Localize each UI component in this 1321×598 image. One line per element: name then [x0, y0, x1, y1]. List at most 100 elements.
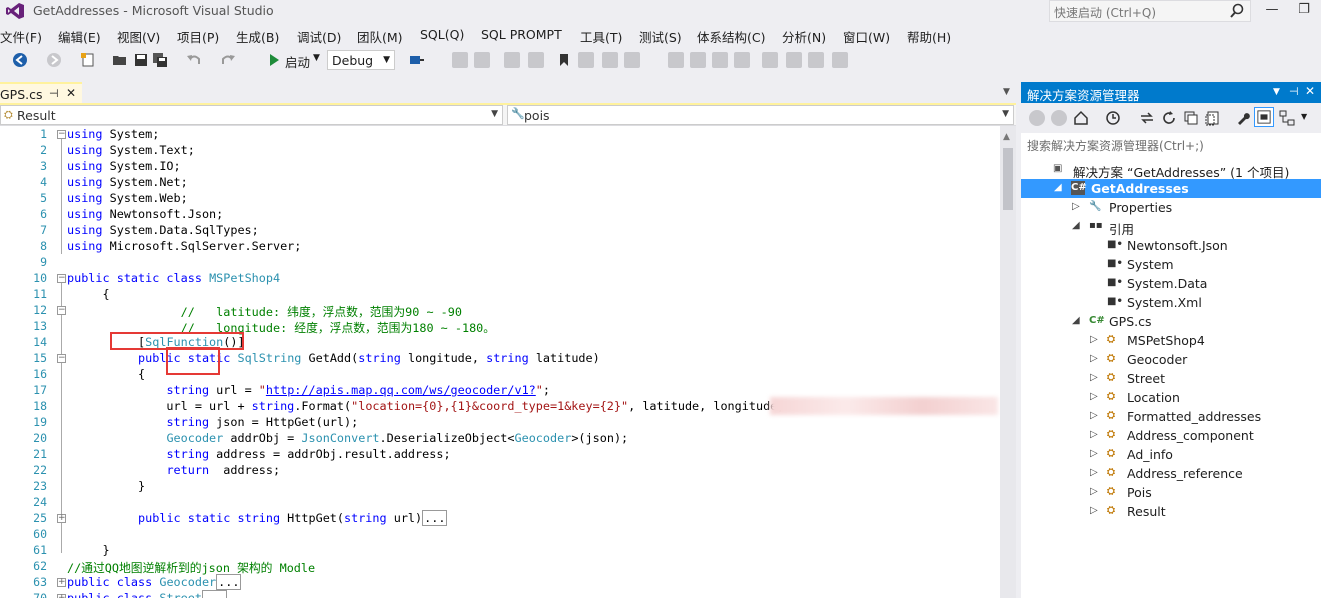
collapse-arrow-icon[interactable]: ◢ [1072, 315, 1080, 326]
preview-selected-button[interactable] [1254, 107, 1274, 127]
toolbar-disabled-icon-4[interactable] [528, 52, 544, 68]
class-diagram-icon[interactable] [1279, 110, 1295, 126]
tree-item[interactable]: ▷ ⛭ Location [1021, 388, 1321, 407]
navigate-back-icon[interactable] [12, 52, 28, 68]
fold-toggle-icon[interactable]: − [57, 274, 66, 283]
menu-sql[interactable]: SQL(Q) [420, 27, 464, 42]
expand-arrow-icon[interactable]: ▷ [1090, 353, 1098, 364]
tree-item[interactable]: ■• System [1021, 255, 1321, 274]
collapse-all-icon[interactable] [1183, 110, 1199, 126]
tree-item[interactable]: ◢ C# GPS.cs [1021, 312, 1321, 331]
fold-toggle-icon[interactable]: − [57, 130, 66, 139]
code-editor[interactable]: 1 2 3 4 5 6 7 8 9 10 11 12 13 14 15 16 17 18 19 20 21 22 23 24 2… [0, 126, 1000, 598]
tree-item[interactable]: ■• System.Xml [1021, 293, 1321, 312]
start-dropdown-icon[interactable]: ▼ [313, 53, 320, 63]
sync-icon[interactable] [1139, 110, 1155, 126]
toolbar-disabled-icon-13[interactable] [786, 52, 802, 68]
toolbar-disabled-icon-9[interactable] [690, 52, 706, 68]
tree-item[interactable]: ▷ 🔧 Properties [1021, 198, 1321, 217]
menu-build[interactable]: 生成(B) [236, 27, 279, 46]
minimize-button[interactable]: — [1257, 0, 1287, 22]
menu-test[interactable]: 测试(S) [639, 27, 682, 46]
member-nav-dropdown[interactable]: 🔧 pois ▼ [507, 105, 1014, 125]
restore-button[interactable]: ❐ [1289, 0, 1319, 22]
chevron-down-icon[interactable]: ▼ [1273, 87, 1280, 97]
tree-item[interactable]: ▷ ⛭ Result [1021, 502, 1321, 521]
expand-arrow-icon[interactable]: ▷ [1090, 505, 1098, 516]
menu-sql-prompt[interactable]: SQL PROMPT [481, 27, 562, 42]
tree-item[interactable]: ▷ ⛭ Street [1021, 369, 1321, 388]
home-icon[interactable] [1073, 110, 1089, 126]
history-icon[interactable] [1105, 110, 1121, 126]
expand-arrow-icon[interactable]: ▷ [1090, 429, 1098, 440]
menu-tools[interactable]: 工具(T) [580, 27, 622, 46]
toolbar-disabled-icon-15[interactable] [832, 52, 848, 68]
menu-view[interactable]: 视图(V) [117, 27, 160, 46]
forward-icon[interactable] [1051, 110, 1067, 126]
expand-arrow-icon[interactable]: ▷ [1090, 391, 1098, 402]
redo-icon[interactable] [220, 52, 236, 68]
back-icon[interactable] [1029, 110, 1045, 126]
quick-launch-input[interactable]: 快速启动 (Ctrl+Q) [1049, 0, 1251, 22]
close-icon[interactable]: ✕ [66, 86, 76, 100]
tree-item[interactable]: ▷ ⛭ Geocoder [1021, 350, 1321, 369]
pin-icon[interactable]: ⊣ [1289, 85, 1299, 98]
menu-architecture[interactable]: 体系结构(C) [697, 27, 765, 46]
menu-project[interactable]: 项目(P) [177, 27, 219, 46]
tab-overflow-chevron-icon[interactable]: ▼ [1003, 87, 1010, 97]
menu-analyze[interactable]: 分析(N) [782, 27, 826, 46]
tree-item[interactable]: ■• System.Data [1021, 274, 1321, 293]
menu-help[interactable]: 帮助(H) [907, 27, 951, 46]
open-file-icon[interactable] [112, 52, 128, 68]
tree-item[interactable]: ▷ ⛭ Ad_info [1021, 445, 1321, 464]
fold-toggle-icon[interactable]: − [57, 354, 66, 363]
toolbar-disabled-icon-11[interactable] [734, 52, 750, 68]
bookmark-icon[interactable] [556, 52, 572, 68]
expand-arrow-icon[interactable]: ▷ [1090, 467, 1098, 478]
tree-item[interactable]: ▷ ⛭ Address_component [1021, 426, 1321, 445]
chevron-down-icon[interactable]: ▼ [1301, 112, 1307, 121]
expand-arrow-icon[interactable]: ▷ [1090, 372, 1098, 383]
menu-debug[interactable]: 调试(D) [297, 27, 341, 46]
toolbar-disabled-icon-10[interactable] [712, 52, 728, 68]
solution-config-select[interactable]: Debug ▼ [327, 50, 395, 70]
toolbar-disabled-icon-14[interactable] [808, 52, 824, 68]
scroll-up-icon[interactable]: ▲ [1003, 132, 1010, 142]
tree-item[interactable]: ◢ C# GetAddresses [1021, 179, 1321, 198]
tree-item[interactable]: ▷ ⛭ MSPetShop4 [1021, 331, 1321, 350]
tree-item[interactable]: ◢ ▪▪ 引用 [1021, 217, 1321, 237]
tree-item[interactable]: ■• Newtonsoft.Json [1021, 236, 1321, 255]
refresh-icon[interactable] [1161, 110, 1177, 126]
tree-item[interactable]: ▷ ⛭ Pois [1021, 483, 1321, 502]
toolbar-disabled-icon-1[interactable] [452, 52, 468, 68]
menu-team[interactable]: 团队(M) [357, 27, 403, 46]
toolbar-disabled-icon-3[interactable] [504, 52, 520, 68]
new-project-icon[interactable] [80, 52, 96, 68]
toolbar-disabled-icon-12[interactable] [762, 52, 778, 68]
toolbar-disabled-icon-5[interactable] [578, 52, 594, 68]
fold-toggle-icon[interactable]: + [57, 578, 66, 587]
toolbar-disabled-icon-8[interactable] [668, 52, 684, 68]
tree-item[interactable]: ▷ ⛭ Address_reference [1021, 464, 1321, 483]
menu-file[interactable]: 文件(F) [0, 27, 42, 46]
show-all-files-icon[interactable] [1205, 110, 1221, 126]
attach-process-icon[interactable] [408, 52, 424, 68]
menu-edit[interactable]: 编辑(E) [58, 27, 101, 46]
toolbar-disabled-icon-6[interactable] [602, 52, 618, 68]
pin-icon[interactable]: ⊣ [49, 87, 59, 100]
fold-toggle-icon[interactable]: + [57, 594, 66, 598]
expand-arrow-icon[interactable]: ▷ [1090, 448, 1098, 459]
properties-wrench-icon[interactable] [1235, 110, 1251, 126]
toolbar-disabled-icon-7[interactable] [624, 52, 640, 68]
collapse-arrow-icon[interactable]: ◢ [1072, 220, 1080, 231]
tree-item[interactable]: ▣ 解决方案 “GetAddresses” (1 个项目) [1021, 160, 1321, 180]
expand-arrow-icon[interactable]: ▷ [1090, 486, 1098, 497]
save-icon[interactable] [133, 52, 149, 68]
type-nav-dropdown[interactable]: ⛭ Result ▼ [0, 105, 503, 125]
solution-explorer-search-input[interactable]: 搜索解决方案资源管理器(Ctrl+;) [1021, 133, 1321, 156]
undo-icon[interactable] [186, 52, 202, 68]
toolbar-disabled-icon-2[interactable] [474, 52, 490, 68]
menu-window[interactable]: 窗口(W) [843, 27, 890, 46]
fold-toggle-icon[interactable]: + [57, 514, 66, 523]
expand-arrow-icon[interactable]: ▷ [1090, 410, 1098, 421]
